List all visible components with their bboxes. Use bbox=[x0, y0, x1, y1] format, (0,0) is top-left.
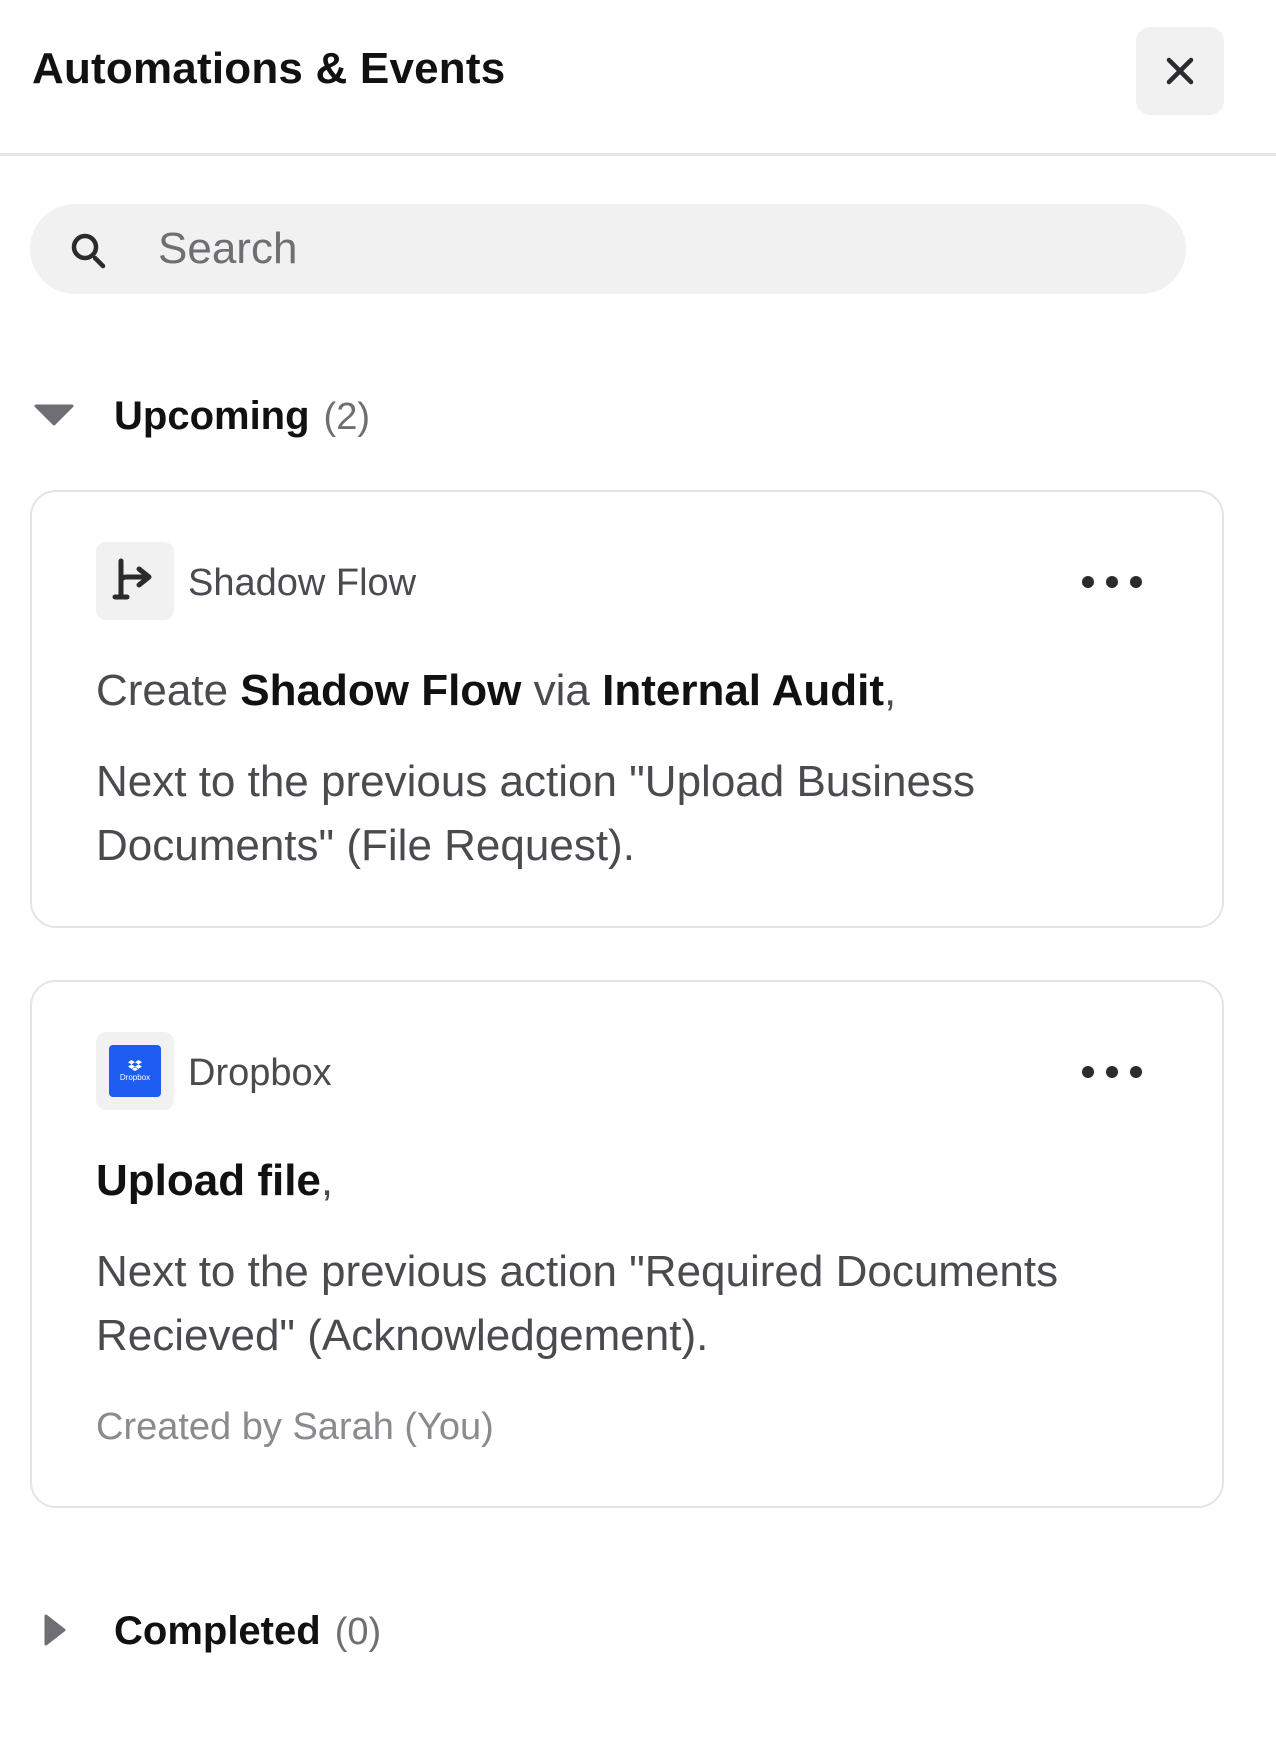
ellipsis-dot bbox=[1082, 576, 1094, 588]
branch-flow-icon bbox=[112, 558, 152, 600]
section-completed-heading: Completed (0) bbox=[114, 1609, 381, 1654]
app-icon-tile bbox=[96, 542, 174, 620]
action-prefix: Create bbox=[96, 666, 241, 715]
action-middle: via bbox=[521, 666, 603, 715]
action-summary: Create Shadow Flow via Internal Audit, bbox=[96, 666, 896, 716]
ellipsis-dot bbox=[1130, 576, 1142, 588]
dropbox-logo-icon bbox=[128, 1060, 142, 1071]
search-icon bbox=[71, 233, 106, 269]
action-source: Internal Audit bbox=[602, 666, 885, 715]
app-icon-tile: Dropbox bbox=[96, 1032, 174, 1110]
action-suffix: , bbox=[320, 1156, 334, 1205]
section-upcoming-heading: Upcoming (2) bbox=[114, 394, 370, 439]
ellipsis-dot bbox=[1082, 1066, 1094, 1078]
automation-card: Dropbox Dropbox Upload file, Next to the… bbox=[30, 980, 1224, 1508]
caret-right-icon bbox=[44, 1614, 66, 1646]
section-completed-count: (0) bbox=[334, 1611, 382, 1653]
automations-events-panel: Automations & Events Upcoming (2) bbox=[0, 0, 1276, 1740]
action-target: Shadow Flow bbox=[240, 666, 522, 715]
action-description: Next to the previous action "Required Do… bbox=[96, 1247, 1059, 1360]
search-bar[interactable] bbox=[30, 204, 1186, 294]
section-upcoming-toggle[interactable]: Upcoming (2) bbox=[30, 384, 630, 444]
more-options-button[interactable] bbox=[1082, 562, 1142, 602]
section-completed-toggle[interactable]: Completed (0) bbox=[30, 1599, 630, 1659]
ellipsis-dot bbox=[1130, 1066, 1142, 1078]
ellipsis-dot bbox=[1106, 1066, 1118, 1078]
close-icon bbox=[1166, 57, 1194, 85]
search-input[interactable] bbox=[158, 204, 1158, 294]
app-name: Shadow Flow bbox=[188, 562, 417, 604]
caret-down-icon bbox=[34, 404, 74, 426]
automation-card: Shadow Flow Create Shadow Flow via Inter… bbox=[30, 490, 1224, 928]
section-upcoming-count: (2) bbox=[323, 396, 370, 438]
close-button[interactable] bbox=[1136, 27, 1224, 115]
action-target: Upload file bbox=[96, 1156, 321, 1205]
action-summary: Upload file, bbox=[96, 1156, 333, 1206]
action-suffix: , bbox=[884, 666, 897, 715]
more-options-button[interactable] bbox=[1082, 1052, 1142, 1092]
dropbox-wordmark: Dropbox bbox=[119, 1073, 151, 1082]
section-completed-label: Completed bbox=[114, 1609, 321, 1653]
ellipsis-dot bbox=[1106, 576, 1118, 588]
action-description: Next to the previous action "Upload Busi… bbox=[96, 757, 975, 870]
app-name: Dropbox bbox=[188, 1052, 332, 1094]
created-by-label: Created by Sarah (You) bbox=[96, 1406, 494, 1448]
dropbox-icon: Dropbox bbox=[109, 1045, 161, 1097]
panel-header: Automations & Events bbox=[0, 0, 1276, 156]
panel-title: Automations & Events bbox=[32, 44, 506, 93]
section-upcoming-label: Upcoming bbox=[114, 394, 310, 438]
